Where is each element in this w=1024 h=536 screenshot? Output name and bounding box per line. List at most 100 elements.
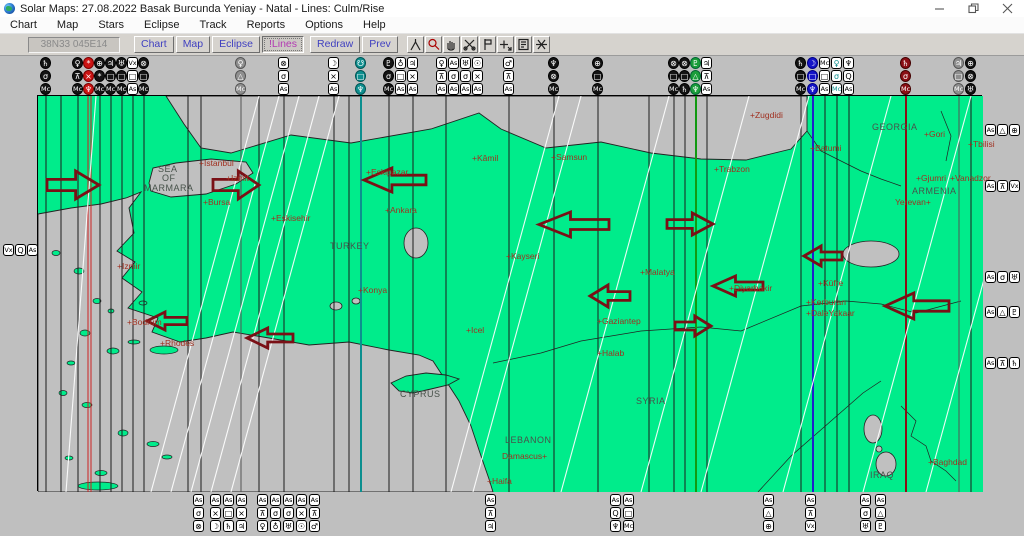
- menu-stars[interactable]: Stars: [88, 19, 134, 31]
- line-marker-glyph: Mc: [623, 520, 634, 532]
- pan-hand-icon[interactable]: [442, 36, 460, 53]
- line-marker-glyph: △: [690, 70, 701, 82]
- menu-eclipse[interactable]: Eclipse: [134, 19, 189, 31]
- line-marker-glyph: Mc: [592, 83, 603, 95]
- line-marker-glyph: As: [278, 83, 289, 95]
- zoom-icon[interactable]: [424, 36, 442, 53]
- line-marker-glyph: As: [436, 83, 447, 95]
- line-marker-glyph: ⊼: [997, 180, 1008, 192]
- line-marker-glyph: Q: [15, 244, 26, 256]
- line-marker-glyph: As: [407, 83, 418, 95]
- line-marker-glyph: As: [819, 83, 830, 95]
- line-marker-glyph: As: [257, 494, 268, 506]
- chart-button[interactable]: Chart: [134, 36, 174, 53]
- lines-button[interactable]: !Lines: [261, 36, 305, 53]
- flag-pin-icon[interactable]: [478, 36, 496, 53]
- line-marker-glyph: ⊗: [668, 57, 679, 69]
- line-marker-glyph: ⊕: [94, 57, 105, 69]
- line-marker-glyph: ⊼: [309, 507, 320, 519]
- line-marker-glyph: As: [193, 494, 204, 506]
- line-marker-glyph: As: [985, 271, 996, 283]
- line-marker-glyph: ♇: [1009, 306, 1020, 318]
- map-canvas[interactable]: [37, 95, 983, 492]
- line-marker-glyph: ×: [83, 70, 94, 82]
- line-marker-glyph: ♆: [548, 57, 559, 69]
- line-marker-glyph: △: [997, 124, 1008, 136]
- eclipse-button[interactable]: Eclipse: [212, 36, 260, 53]
- scissors-icon[interactable]: [460, 36, 478, 53]
- line-marker-glyph: As: [472, 83, 483, 95]
- menu-chart[interactable]: Chart: [0, 19, 47, 31]
- line-marker-glyph: ♇: [875, 520, 886, 532]
- line-marker-glyph: □: [105, 70, 116, 82]
- line-marker-glyph: Mc: [668, 83, 679, 95]
- line-marker-glyph: As: [860, 494, 871, 506]
- line-marker-glyph: ⊼: [805, 507, 816, 519]
- line-marker-glyph: □: [395, 70, 406, 82]
- line-marker-glyph: As: [610, 494, 621, 506]
- menu-map[interactable]: Map: [47, 19, 88, 31]
- line-marker-glyph: ⊼: [257, 507, 268, 519]
- line-marker-glyph: ♇: [690, 57, 701, 69]
- menu-options[interactable]: Options: [295, 19, 353, 31]
- minimize-button[interactable]: [922, 0, 956, 17]
- line-marker-glyph: ♅: [965, 83, 976, 95]
- line-marker-glyph: ♆: [843, 57, 854, 69]
- line-marker-glyph: As: [296, 494, 307, 506]
- line-marker-glyph: Mc: [94, 83, 105, 95]
- map-button[interactable]: Map: [175, 36, 211, 53]
- line-marker-glyph: ♆: [355, 83, 366, 95]
- line-marker-glyph: ♀: [831, 57, 842, 69]
- line-marker-glyph: ♄: [1009, 357, 1020, 369]
- menu-help[interactable]: Help: [353, 19, 396, 31]
- line-marker-glyph: □: [223, 507, 234, 519]
- line-marker-glyph: ♇: [383, 57, 394, 69]
- line-marker-glyph: σ: [278, 70, 289, 82]
- app-globe-icon: [4, 3, 15, 14]
- crosshair-icon[interactable]: [496, 36, 514, 53]
- line-marker-glyph: ×: [407, 70, 418, 82]
- toolbar: 38N33 045E14 Chart Map Eclipse !Lines Re…: [0, 34, 1024, 56]
- line-marker-glyph: ♁: [270, 520, 281, 532]
- line-marker-glyph: As: [875, 494, 886, 506]
- map-workspace[interactable]: +Istanbul +Izmit +Bursa +Eskisehir +Eskipaza…: [0, 56, 1024, 536]
- line-marker-glyph: Mc: [831, 83, 842, 95]
- solar-maps-window: Solar Maps: 27.08.2022 Basak Burcunda Ye…: [0, 0, 1024, 536]
- close-button[interactable]: [990, 0, 1024, 17]
- title-bar: Solar Maps: 27.08.2022 Basak Burcunda Ye…: [0, 0, 1024, 17]
- angle-lines-icon[interactable]: [406, 36, 424, 53]
- line-marker-glyph: As: [448, 57, 459, 69]
- line-marker-glyph: △: [763, 507, 774, 519]
- line-marker-glyph: ⊼: [436, 70, 447, 82]
- line-marker-glyph: ♂: [309, 520, 320, 532]
- prev-button[interactable]: Prev: [362, 36, 398, 53]
- restore-button[interactable]: [956, 0, 990, 17]
- menu-reports[interactable]: Reports: [237, 19, 296, 31]
- line-marker-glyph: σ: [831, 70, 842, 82]
- line-marker-glyph: ♆: [83, 83, 94, 95]
- line-marker-glyph: As: [270, 494, 281, 506]
- line-marker-glyph: As: [985, 306, 996, 318]
- line-marker-glyph: σ: [193, 507, 204, 519]
- asterisk-icon[interactable]: [532, 36, 550, 53]
- line-marker-glyph: □: [795, 70, 806, 82]
- line-marker-glyph: *: [83, 57, 94, 69]
- line-marker-glyph: Mc: [548, 83, 559, 95]
- line-marker-glyph: ♄: [900, 57, 911, 69]
- line-marker-glyph: Mc: [116, 83, 127, 95]
- line-marker-glyph: ⊗: [548, 70, 559, 82]
- redraw-button[interactable]: Redraw: [310, 36, 361, 53]
- menu-track[interactable]: Track: [189, 19, 236, 31]
- line-marker-glyph: ×: [296, 507, 307, 519]
- line-marker-glyph: Q: [843, 70, 854, 82]
- line-marker-glyph: ×: [236, 507, 247, 519]
- line-marker-glyph: ♅: [283, 520, 294, 532]
- line-marker-glyph: ♀: [436, 57, 447, 69]
- line-marker-glyph: ⊼: [485, 507, 496, 519]
- line-marker-glyph: ⊕: [1009, 124, 1020, 136]
- line-marker-glyph: Mc: [138, 83, 149, 95]
- line-marker-glyph: Vx: [1009, 180, 1020, 192]
- line-marker-glyph: ♃: [236, 520, 247, 532]
- line-marker-glyph: ⊼: [997, 357, 1008, 369]
- notes-page-icon[interactable]: [514, 36, 532, 53]
